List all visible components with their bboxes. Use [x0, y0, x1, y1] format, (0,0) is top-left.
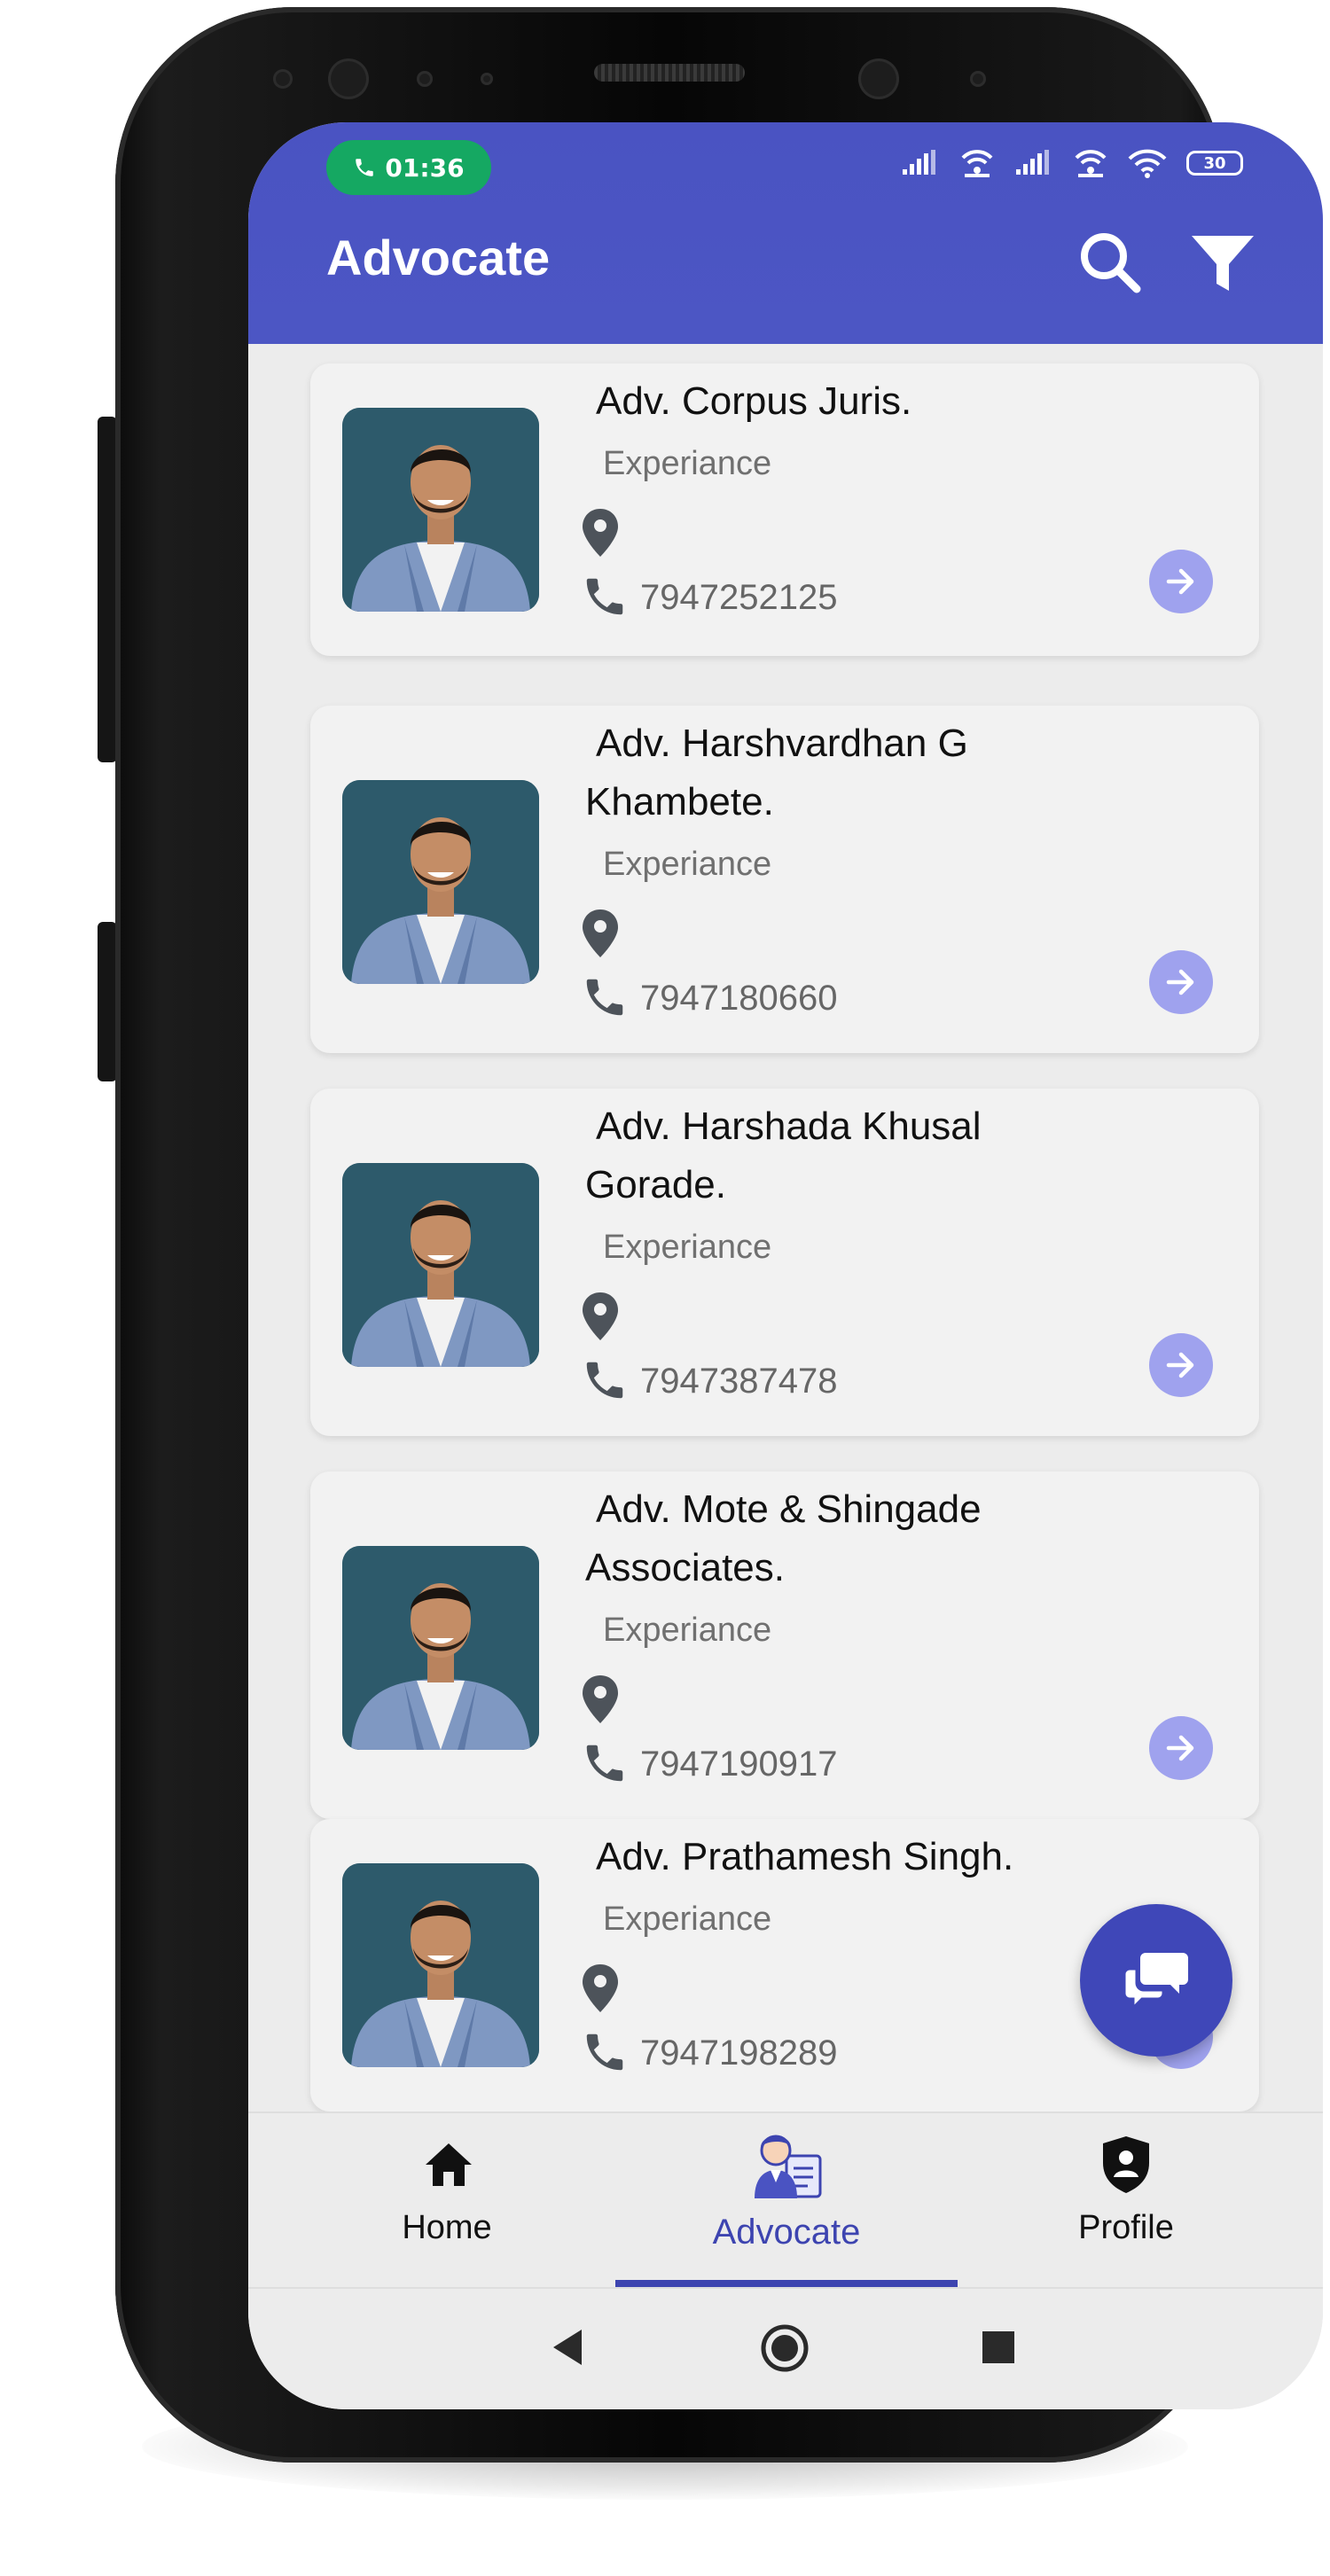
advocate-phone-number[interactable]: 7947198289: [640, 2033, 837, 2073]
advocate-avatar: [342, 1163, 539, 1367]
nav-item-advocate[interactable]: Advocate: [609, 2113, 964, 2289]
profile-shield-icon: [1103, 2136, 1149, 2193]
advocate-avatar: [342, 1546, 539, 1750]
advocate-icon: [755, 2135, 822, 2198]
chat-bubbles-icon: [1123, 1953, 1188, 2011]
filter-icon[interactable]: [1188, 229, 1257, 298]
sensor-dot: [481, 73, 493, 85]
signal-icon: [903, 150, 935, 175]
wifi-calling-icon-2: [1075, 150, 1107, 177]
advocate-portrait: [342, 1546, 539, 1750]
location-pin-icon: [583, 1292, 618, 1340]
phone-icon: [586, 1745, 623, 1782]
chat-fab[interactable]: [1080, 1904, 1232, 2057]
phone-icon: [586, 979, 623, 1016]
arrow-right-icon: [1166, 1352, 1194, 1378]
system-navigation-bar: [248, 2287, 1323, 2409]
advocate-name: Adv. Harshvardhan G Khambete.: [585, 714, 1126, 831]
phone-top-bezel: [115, 7, 1224, 122]
app-bar: 01:36 30 Advocate: [248, 122, 1323, 344]
front-camera-left: [328, 59, 369, 99]
advocate-experience-label: Experiance: [603, 1612, 772, 1649]
phone-call-icon: [356, 159, 374, 176]
view-advocate-button[interactable]: [1149, 550, 1213, 613]
advocate-name-line1: Adv. Harshada Khusal: [596, 1105, 982, 1148]
search-icon[interactable]: [1075, 227, 1146, 298]
advocate-card[interactable]: Adv. Mote & Shingade Associates. Experian…: [310, 1471, 1259, 1819]
advocate-portrait: [342, 780, 539, 984]
front-camera-right: [858, 59, 899, 99]
battery-level: 30: [1203, 153, 1226, 173]
battery-indicator: 30: [1186, 151, 1243, 176]
arrow-right-icon: [1166, 1735, 1194, 1761]
location-pin-icon: [583, 909, 618, 957]
advocate-name-line1: Adv. Harshvardhan G: [596, 722, 968, 765]
advocate-card[interactable]: Adv. Corpus Juris. Experiance 7947252125: [310, 363, 1259, 656]
location-pin-icon: [583, 1964, 618, 2012]
call-timer: 01:36: [385, 152, 465, 183]
earpiece-speaker: [594, 64, 745, 82]
advocate-portrait: [342, 1163, 539, 1367]
location-pin-icon: [583, 509, 618, 557]
advocate-phone-number[interactable]: 7947180660: [640, 979, 837, 1019]
bottom-navigation: Home Advocate Profile: [248, 2112, 1323, 2289]
advocate-experience-label: Experiance: [603, 1901, 772, 1938]
advocate-name-line1: Adv. Corpus Juris.: [596, 379, 912, 423]
advocate-phone-number[interactable]: 7947190917: [640, 1745, 837, 1784]
advocate-name-line2: Khambete.: [585, 780, 774, 824]
advocate-name: Adv. Mote & Shingade Associates.: [585, 1480, 1126, 1597]
volume-button-down: [98, 922, 117, 1081]
phone-icon: [586, 1362, 623, 1399]
nav-label-profile: Profile: [1078, 2209, 1174, 2246]
advocate-experience-label: Experiance: [603, 445, 772, 482]
home-circle-icon[interactable]: [759, 2322, 810, 2374]
advocate-avatar: [342, 780, 539, 984]
arrow-right-icon: [1166, 568, 1194, 595]
advocate-avatar: [342, 1863, 539, 2067]
ongoing-call-pill[interactable]: 01:36: [326, 140, 491, 195]
status-icons: 30: [901, 147, 1243, 179]
page-title: Advocate: [326, 230, 551, 285]
phone-icon: [586, 578, 623, 615]
advocate-portrait: [342, 408, 539, 612]
sensor-dot: [273, 69, 293, 89]
advocate-portrait: [342, 1863, 539, 2067]
advocate-name-line2: Gorade.: [585, 1163, 726, 1206]
advocate-card[interactable]: Adv. Harshada Khusal Gorade. Experiance 7…: [310, 1089, 1259, 1436]
view-advocate-button[interactable]: [1149, 1333, 1213, 1397]
view-advocate-button[interactable]: [1149, 1716, 1213, 1780]
sensor-dot: [970, 71, 986, 87]
recents-icon[interactable]: [981, 2330, 1016, 2365]
advocate-avatar: [342, 408, 539, 612]
advocate-name: Adv. Corpus Juris.: [596, 372, 1126, 431]
advocate-experience-label: Experiance: [603, 1229, 772, 1266]
wifi-calling-icon: [961, 150, 993, 177]
home-icon: [426, 2143, 472, 2186]
nav-item-profile[interactable]: Profile: [949, 2113, 1303, 2289]
advocate-name: Adv. Harshada Khusal Gorade.: [585, 1097, 1126, 1214]
back-icon[interactable]: [550, 2328, 585, 2367]
advocate-name-line1: Adv. Mote & Shingade: [596, 1487, 982, 1531]
signal-icon-2: [1016, 150, 1049, 175]
advocate-card[interactable]: Adv. Harshvardhan G Khambete. Experiance …: [310, 706, 1259, 1053]
volume-button-up: [98, 417, 117, 762]
phone-screen: 01:36 30 Advocate Adv. Corpus Juris. Exp…: [248, 122, 1323, 2409]
advocate-phone-number[interactable]: 7947252125: [640, 578, 837, 618]
phone-icon: [586, 2033, 623, 2071]
view-advocate-button[interactable]: [1149, 950, 1213, 1014]
advocate-name-line1: Adv. Prathamesh Singh.: [596, 1835, 1014, 1878]
advocate-experience-label: Experiance: [603, 846, 772, 883]
nav-label-advocate: Advocate: [712, 2213, 861, 2252]
sensor-dot: [417, 71, 433, 87]
location-pin-icon: [583, 1675, 618, 1723]
advocate-name: Adv. Prathamesh Singh.: [596, 1828, 1126, 1886]
phone-frame: 01:36 30 Advocate Adv. Corpus Juris. Exp…: [115, 7, 1323, 2463]
nav-item-home[interactable]: Home: [270, 2113, 624, 2289]
advocate-phone-number[interactable]: 7947387478: [640, 1362, 837, 1401]
nav-label-home: Home: [402, 2209, 492, 2246]
advocate-name-line2: Associates.: [585, 1546, 785, 1589]
arrow-right-icon: [1166, 969, 1194, 995]
wifi-icon: [1128, 149, 1167, 178]
